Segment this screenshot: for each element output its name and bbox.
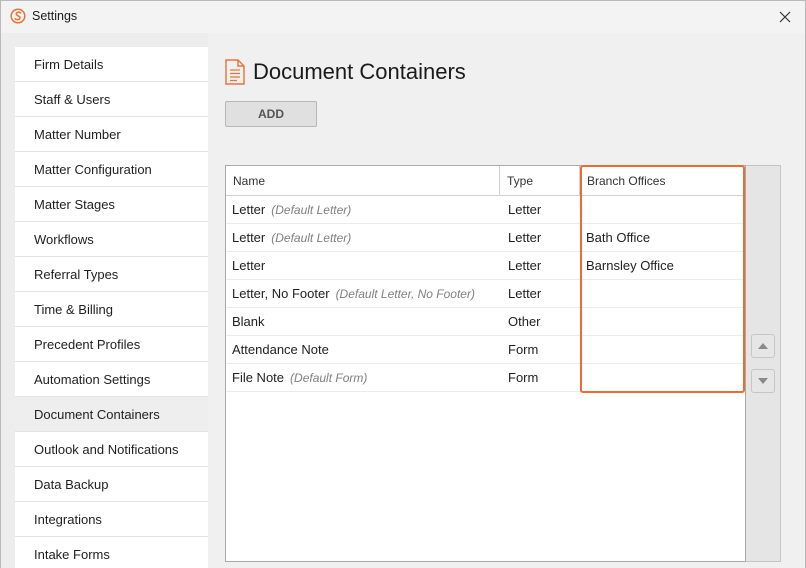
default-note: (Default Letter) xyxy=(271,230,352,245)
cell-branch-office xyxy=(586,196,744,223)
column-header-type[interactable]: Type xyxy=(500,166,580,196)
sidebar-item[interactable]: Precedent Profiles xyxy=(15,327,208,362)
page-header: Document Containers xyxy=(225,59,466,85)
sidebar-item[interactable]: Data Backup xyxy=(15,467,208,502)
cell-type: Form xyxy=(508,370,539,385)
cell-name: Letter xyxy=(232,252,498,279)
app-logo-icon xyxy=(10,8,26,24)
cell-branch-office: Barnsley Office xyxy=(586,258,674,273)
column-header-name[interactable]: Name xyxy=(226,166,500,196)
add-button[interactable]: ADD xyxy=(225,101,317,127)
cell-type: Letter xyxy=(508,202,542,217)
container-name: Letter, No Footer xyxy=(232,286,330,301)
container-name: File Note xyxy=(232,370,285,385)
sidebar-item[interactable]: Integrations xyxy=(15,502,208,537)
sidebar-item[interactable]: Document Containers xyxy=(15,397,208,432)
triangle-down-icon xyxy=(758,378,768,384)
sidebar-item[interactable]: Time & Billing xyxy=(15,292,208,327)
cell-name: Letter (Default Letter) xyxy=(232,224,498,251)
table-header: Name Type Branch Offices xyxy=(226,166,745,196)
settings-window: Settings Firm Details Staff & Users Matter… xyxy=(0,0,806,568)
sidebar-item[interactable]: Workflows xyxy=(15,222,208,257)
table-row[interactable]: Blank Other xyxy=(226,308,745,336)
scroll-up-button[interactable] xyxy=(751,334,775,358)
title-bar: Settings xyxy=(1,1,805,33)
default-note: (Default Form) xyxy=(290,370,368,385)
cell-name: Blank xyxy=(232,308,498,335)
cell-branch-office xyxy=(586,336,744,363)
container-name: Letter xyxy=(232,202,266,217)
table-row[interactable]: Letter (Default Letter) Letter Bath Office xyxy=(226,224,745,252)
cell-branch-office xyxy=(586,308,744,335)
table-row[interactable]: Letter, No Footer (Default Letter, No Foo… xyxy=(226,280,745,308)
sidebar-item[interactable]: Staff & Users xyxy=(15,82,208,117)
table-row[interactable]: Letter Letter Barnsley Office xyxy=(226,252,745,280)
cell-type: Form xyxy=(508,342,539,357)
cell-type: Letter xyxy=(508,230,542,245)
window-title: Settings xyxy=(32,9,78,23)
sidebar-item[interactable]: Matter Stages xyxy=(15,187,208,222)
document-icon xyxy=(225,59,245,85)
close-icon xyxy=(779,11,791,23)
sidebar-item[interactable]: Intake Forms xyxy=(15,537,208,568)
sidebar-item[interactable]: Outlook and Notifications xyxy=(15,432,208,467)
sidebar-item[interactable]: Automation Settings xyxy=(15,362,208,397)
container-name: Attendance Note xyxy=(232,342,329,357)
cell-branch-office: Bath Office xyxy=(586,230,651,245)
default-note: (Default Letter) xyxy=(271,202,352,217)
cell-name: Letter, No Footer (Default Letter, No Foo… xyxy=(232,280,498,307)
page-title: Document Containers xyxy=(253,59,466,84)
sidebar-item[interactable]: Matter Configuration xyxy=(15,152,208,187)
table-body: Letter (Default Letter) Letter Letter (Defau… xyxy=(226,196,745,392)
sidebar-item[interactable]: Referral Types xyxy=(15,257,208,292)
container-name: Blank xyxy=(232,314,265,329)
cell-name: Attendance Note xyxy=(232,336,498,363)
close-button[interactable] xyxy=(765,1,805,33)
triangle-up-icon xyxy=(758,343,768,349)
containers-table: Name Type Branch Offices Letter (Default … xyxy=(225,165,746,562)
sidebar-item[interactable]: Firm Details xyxy=(15,47,208,82)
cell-name: File Note (Default Form) xyxy=(232,364,498,391)
sidebar-nav: Firm Details Staff & Users Matter Number Ma… xyxy=(15,47,208,568)
column-header-branch-offices[interactable]: Branch Offices xyxy=(580,166,745,196)
cell-type: Other xyxy=(508,314,541,329)
cell-branch-office xyxy=(586,364,744,391)
container-name: Letter xyxy=(232,258,266,273)
table-scrollbar[interactable] xyxy=(746,165,781,562)
cell-name: Letter (Default Letter) xyxy=(232,196,498,223)
default-note: (Default Letter, No Footer) xyxy=(335,286,475,301)
table-row[interactable]: Letter (Default Letter) Letter xyxy=(226,196,745,224)
cell-branch-office xyxy=(586,280,744,307)
table-row[interactable]: File Note (Default Form) Form xyxy=(226,364,745,392)
cell-type: Letter xyxy=(508,286,542,301)
cell-type: Letter xyxy=(508,258,542,273)
scroll-down-button[interactable] xyxy=(751,369,775,393)
sidebar-item[interactable]: Matter Number xyxy=(15,117,208,152)
container-name: Letter xyxy=(232,230,266,245)
table-row[interactable]: Attendance Note Form xyxy=(226,336,745,364)
